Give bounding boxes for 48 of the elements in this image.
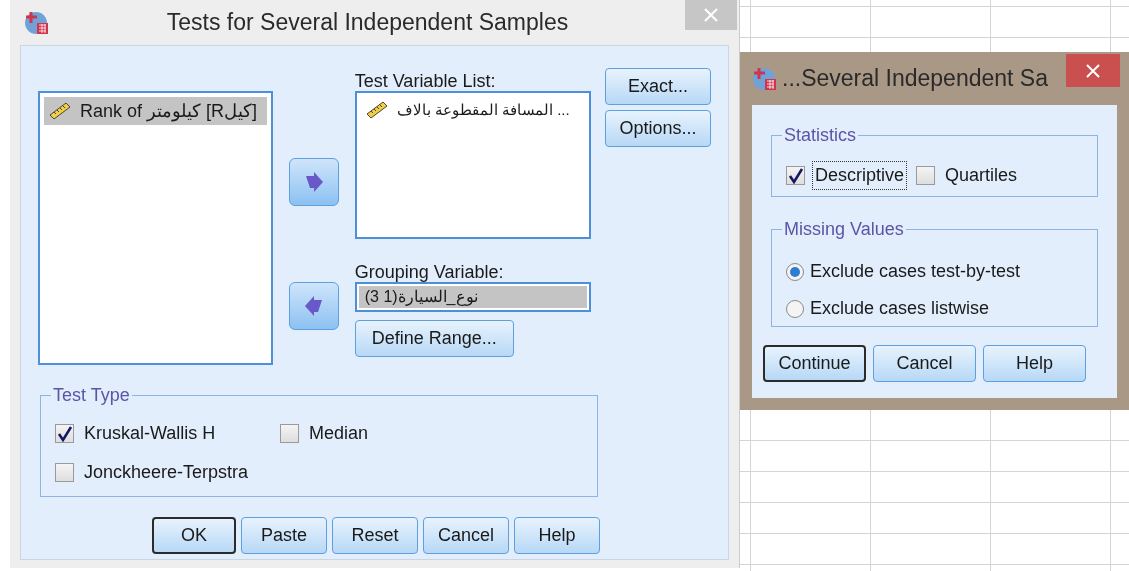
move-button[interactable] xyxy=(288,158,339,206)
checkbox[interactable] xyxy=(786,166,805,185)
field-value: نوع_السيارة(1 3) xyxy=(364,287,478,308)
grouping-variable-field[interactable]: نوع_السيارة(1 3) xyxy=(354,282,591,312)
dialog-button[interactable]: Cancel xyxy=(873,345,976,382)
checkbox[interactable] xyxy=(55,424,74,443)
check-icon xyxy=(787,167,804,184)
app-icon xyxy=(24,9,50,36)
field-label: Grouping Variable: xyxy=(354,261,505,282)
list-item[interactable]: Rank of كيلومتر [Rكيل] xyxy=(44,97,267,125)
checkbox[interactable] xyxy=(55,463,74,482)
dialog-button[interactable]: Continue xyxy=(763,345,866,382)
list-item[interactable]: المسافة المقطوعة بالاف ... xyxy=(360,97,585,123)
radio-label: Exclude cases listwise xyxy=(810,297,990,320)
radio-button[interactable] xyxy=(786,299,804,318)
checkbox[interactable] xyxy=(916,166,936,185)
radio-label: Exclude cases test-by-test xyxy=(810,260,1021,283)
close-button[interactable] xyxy=(1066,54,1120,87)
close-icon xyxy=(1086,63,1100,78)
checkbox-label: Quartiles xyxy=(944,164,1019,187)
exact-button[interactable]: Exact... xyxy=(605,68,711,105)
dialog-button[interactable]: Reset xyxy=(332,517,418,554)
left-arrow-icon xyxy=(303,296,324,316)
define-range-button[interactable]: Define Range... xyxy=(354,320,514,357)
checkbox[interactable] xyxy=(280,424,299,443)
check-icon xyxy=(56,425,73,442)
dialog-button[interactable]: Paste xyxy=(241,517,327,554)
move-button[interactable] xyxy=(288,282,339,330)
close-icon xyxy=(704,8,718,22)
checkbox-label: Kruskal-Wallis H xyxy=(83,422,217,445)
checkbox-label: Median xyxy=(308,422,370,445)
app-icon xyxy=(752,65,778,92)
dialog-button[interactable]: Cancel xyxy=(423,517,509,554)
dialog-button[interactable]: Help xyxy=(983,345,1086,382)
checkbox-label: Jonckheere-Terpstra xyxy=(83,461,250,484)
list-item-label: المسافة المقطوعة بالاف ... xyxy=(396,99,570,121)
field-label: Test Variable List: xyxy=(354,70,497,91)
dialog-button[interactable]: OK xyxy=(152,517,236,554)
ruler-icon xyxy=(48,101,72,121)
right-arrow-icon xyxy=(303,172,324,192)
ruler-icon xyxy=(364,100,389,120)
window-title: ...Several Independent Sa xyxy=(782,64,1048,94)
radio-button[interactable] xyxy=(786,262,804,281)
checkbox-label: Descriptive xyxy=(813,162,907,189)
options-button[interactable]: Options... xyxy=(605,110,711,147)
list-item-label: Rank of كيلومتر [Rكيل] xyxy=(80,99,258,124)
window-title: Tests for Several Independent Samples xyxy=(166,8,569,38)
dialog-button[interactable]: Help xyxy=(514,517,600,554)
